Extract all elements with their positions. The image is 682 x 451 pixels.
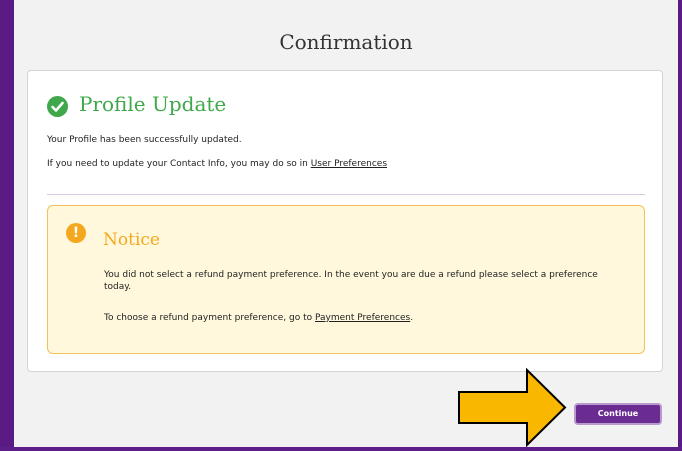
refund-preference-text: To choose a refund payment preference, g… bbox=[104, 312, 624, 324]
contact-info-prefix: If you need to update your Contact Info,… bbox=[47, 159, 311, 169]
check-circle-icon bbox=[47, 96, 68, 117]
profile-update-title: Profile Update bbox=[79, 92, 227, 116]
exclamation-circle-icon: ! bbox=[66, 223, 86, 243]
notice-title: Notice bbox=[103, 230, 160, 250]
success-message: Your Profile has been successfully updat… bbox=[47, 135, 242, 145]
content-panel: Confirmation Profile Update Your Profile… bbox=[14, 0, 678, 447]
refund-preference-suffix: . bbox=[410, 313, 414, 323]
notice-box: ! Notice You did not select a refund pay… bbox=[47, 205, 645, 354]
notice-message: You did not select a refund payment pref… bbox=[104, 270, 598, 292]
arrow-right-icon bbox=[457, 367, 567, 451]
refund-preference-prefix: To choose a refund payment preference, g… bbox=[104, 313, 315, 323]
divider bbox=[47, 194, 645, 195]
continue-button[interactable]: Continue bbox=[574, 403, 662, 425]
page-title: Confirmation bbox=[279, 30, 413, 54]
user-preferences-link[interactable]: User Preferences bbox=[311, 159, 387, 169]
payment-preferences-link[interactable]: Payment Preferences bbox=[315, 313, 410, 323]
contact-info-text: If you need to update your Contact Info,… bbox=[47, 159, 387, 169]
confirmation-card: Profile Update Your Profile has been suc… bbox=[27, 70, 663, 372]
